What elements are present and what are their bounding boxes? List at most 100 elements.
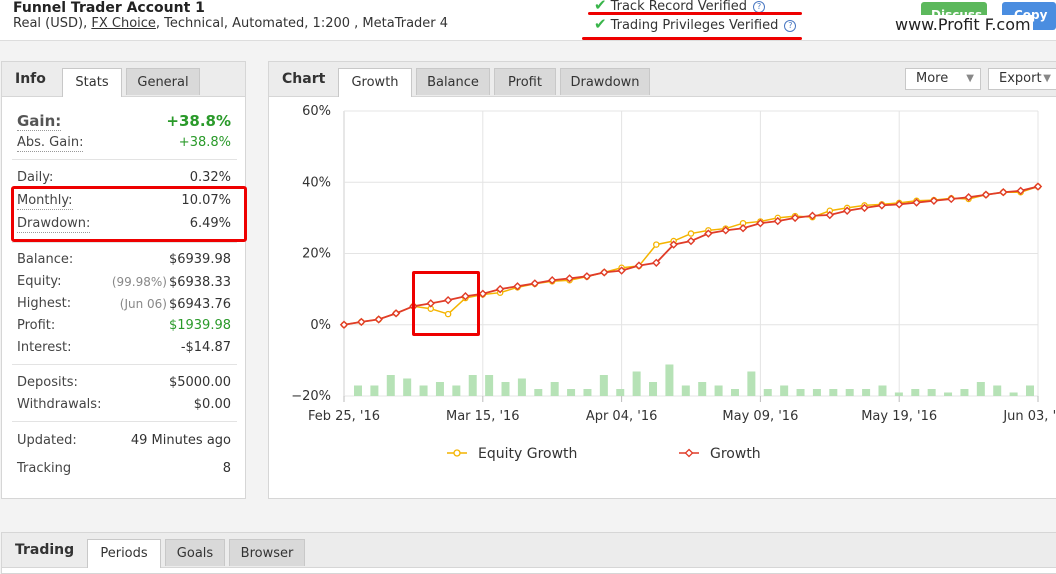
volume-bar bbox=[567, 389, 576, 396]
account-details: , Technical, Automated, 1:200 , MetaTrad… bbox=[155, 16, 449, 31]
interest-value: -$14.87 bbox=[180, 340, 231, 355]
volume-bar bbox=[911, 389, 920, 396]
volume-bar bbox=[1009, 392, 1018, 396]
annotation-underline bbox=[582, 37, 802, 40]
account-type: Real (USD), bbox=[13, 16, 88, 31]
volume-bar bbox=[747, 371, 756, 396]
volume-bar bbox=[993, 385, 1002, 396]
abs-gain-label: Abs. Gain: bbox=[17, 135, 84, 152]
volume-bar bbox=[534, 389, 543, 396]
tab-periods[interactable]: Periods bbox=[87, 539, 161, 568]
volume-bar bbox=[976, 382, 985, 396]
volume-bar bbox=[780, 385, 789, 396]
deposits-label: Deposits: bbox=[17, 375, 78, 390]
equity-value-group: (99.98%) $6938.33 bbox=[112, 274, 231, 291]
tab-stats[interactable]: Stats bbox=[62, 68, 122, 97]
volume-bar bbox=[812, 389, 821, 396]
y-tick-label: 40% bbox=[302, 175, 331, 190]
equity-growth-point bbox=[687, 230, 695, 237]
volume-bar bbox=[452, 385, 461, 396]
volume-bar bbox=[878, 385, 887, 396]
withdrawals-row: Withdrawals: $0.00 bbox=[17, 397, 231, 417]
account-title: Funnel Trader Account 1 bbox=[13, 0, 205, 16]
volume-bar bbox=[1026, 385, 1034, 396]
volume-bar bbox=[386, 375, 395, 396]
y-tick-label: 20% bbox=[302, 247, 331, 262]
account-subtitle: Real (USD), FX Choice, Technical, Automa… bbox=[13, 16, 448, 31]
info-tabbar: Info Stats General bbox=[2, 62, 245, 97]
volume-bar bbox=[501, 382, 510, 396]
broker-link[interactable]: FX Choice bbox=[91, 16, 156, 31]
volume-bar bbox=[730, 389, 739, 396]
divider bbox=[12, 159, 237, 160]
help-icon[interactable]: ? bbox=[784, 20, 797, 32]
highest-value: $6943.76 bbox=[168, 297, 231, 312]
withdrawals-label: Withdrawals: bbox=[17, 397, 102, 412]
volume-bar bbox=[829, 389, 838, 396]
x-tick-label: May 19, '16 bbox=[861, 409, 937, 424]
x-tick-label: Mar 15, '16 bbox=[446, 409, 520, 424]
volume-bar bbox=[698, 382, 707, 396]
tab-info[interactable]: Info bbox=[15, 62, 46, 96]
axis-labels: 60% 40% 20% 0% −20% Feb 25, '16 Mar 15, '16 Apr… bbox=[291, 104, 1056, 424]
y-tick-label: 60% bbox=[302, 104, 331, 119]
volume-bar bbox=[583, 389, 592, 396]
volume-bar bbox=[599, 375, 608, 396]
tab-browser[interactable]: Browser bbox=[229, 539, 305, 566]
updated-label: Updated: bbox=[17, 433, 77, 448]
tracking-label: Tracking bbox=[17, 461, 72, 476]
balance-label: Balance: bbox=[17, 252, 74, 267]
x-tick-label: Feb 25, '16 bbox=[308, 409, 380, 424]
tab-general[interactable]: General bbox=[126, 68, 200, 95]
legend-marker bbox=[684, 448, 694, 458]
volume-bar bbox=[632, 371, 641, 396]
tab-goals[interactable]: Goals bbox=[165, 539, 225, 566]
x-tick-label: May 09, '16 bbox=[722, 409, 798, 424]
verification-trading-privileges: ✔ Trading Privileges Verified? bbox=[594, 15, 797, 33]
equity-row: Equity: (99.98%) $6938.33 bbox=[17, 274, 231, 294]
gain-value: +38.8% bbox=[166, 112, 231, 130]
balance-row: Balance: $6939.98 bbox=[17, 252, 231, 272]
interest-label: Interest: bbox=[17, 340, 72, 355]
volume-bar bbox=[665, 364, 674, 396]
tracking-row: Tracking 8 bbox=[17, 461, 231, 481]
y-tick-label: 0% bbox=[310, 318, 331, 333]
daily-value: 0.32% bbox=[189, 170, 231, 185]
volume-bar bbox=[960, 389, 969, 396]
volume-bar bbox=[845, 389, 854, 396]
legend-marker bbox=[453, 449, 461, 457]
growth-chart: 60% 40% 20% 0% −20% Feb 25, '16 Mar 15, '16 Apr… bbox=[291, 104, 1056, 462]
volume-bar bbox=[354, 385, 362, 396]
equity-growth-point bbox=[653, 241, 660, 248]
volume-bar bbox=[485, 375, 494, 396]
volume-bar bbox=[862, 389, 871, 396]
x-tick-label: Jun 03, '16 bbox=[1002, 409, 1056, 424]
grid-layer bbox=[343, 110, 1039, 402]
highest-label: Highest: bbox=[17, 296, 72, 311]
y-tick-label: −20% bbox=[291, 389, 331, 404]
volume-bars bbox=[354, 364, 1034, 396]
deposits-value: $5000.00 bbox=[168, 375, 231, 390]
x-tick-label: Apr 04, '16 bbox=[586, 409, 658, 424]
withdrawals-value: $0.00 bbox=[193, 397, 231, 412]
tracking-value[interactable]: 8 bbox=[223, 461, 231, 477]
legend-label: Growth bbox=[710, 446, 761, 462]
equity-value: $6938.33 bbox=[168, 275, 231, 290]
legend-label: Equity Growth bbox=[478, 446, 577, 462]
annotation-box bbox=[11, 186, 247, 242]
daily-label: Daily: bbox=[17, 170, 54, 185]
account-header: Funnel Trader Account 1 Real (USD), FX C… bbox=[0, 0, 1056, 41]
gain-row: Gain: +38.8% bbox=[17, 112, 231, 134]
volume-bar bbox=[927, 389, 936, 396]
trading-title: Trading bbox=[15, 542, 75, 558]
volume-bar bbox=[681, 385, 690, 396]
growth-point bbox=[686, 236, 696, 246]
profit-label: Profit: bbox=[17, 318, 56, 333]
volume-bar bbox=[550, 382, 559, 396]
volume-bar bbox=[517, 378, 526, 396]
info-panel: Info Stats General Gain: +38.8% Abs. Gai… bbox=[1, 61, 247, 499]
updated-row: Updated: 49 Minutes ago bbox=[17, 433, 231, 453]
volume-bar bbox=[714, 385, 723, 396]
volume-bar bbox=[403, 378, 412, 396]
watermark: www.Profit F.com bbox=[893, 15, 1033, 34]
